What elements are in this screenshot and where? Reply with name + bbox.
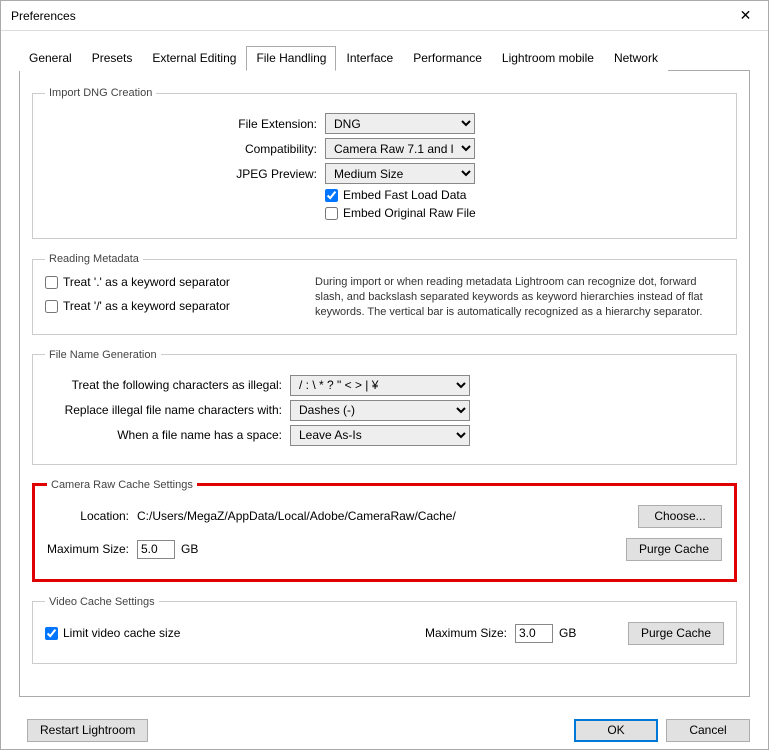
label-embed-fast-load: Embed Fast Load Data: [343, 188, 466, 202]
label-compatibility: Compatibility:: [45, 142, 325, 156]
tab-interface[interactable]: Interface: [336, 46, 403, 71]
tab-network[interactable]: Network: [604, 46, 668, 71]
checkbox-limit-video-cache-input[interactable]: [45, 627, 58, 640]
checkbox-embed-original-raw-input[interactable]: [325, 207, 338, 220]
input-cache-max-size[interactable]: [137, 540, 175, 559]
tab-bar: General Presets External Editing File Ha…: [19, 45, 750, 71]
metadata-info-text: During import or when reading metadata L…: [315, 275, 724, 320]
label-illegal-chars: Treat the following characters as illega…: [45, 378, 290, 392]
content-area: General Presets External Editing File Ha…: [1, 31, 768, 709]
cancel-button[interactable]: Cancel: [666, 719, 750, 742]
tab-file-handling[interactable]: File Handling: [246, 46, 336, 71]
label-dot-separator: Treat '.' as a keyword separator: [63, 275, 230, 289]
title-bar: Preferences ✕: [1, 1, 768, 31]
select-jpeg-preview[interactable]: Medium Size: [325, 163, 475, 184]
tab-presets[interactable]: Presets: [82, 46, 143, 71]
ok-button[interactable]: OK: [574, 719, 658, 742]
label-replace-with: Replace illegal file name characters wit…: [45, 403, 290, 417]
select-replace-with[interactable]: Dashes (-): [290, 400, 470, 421]
checkbox-embed-fast-load-input[interactable]: [325, 189, 338, 202]
checkbox-limit-video-cache[interactable]: Limit video cache size: [45, 626, 425, 640]
checkbox-dot-separator-input[interactable]: [45, 276, 58, 289]
legend-import-dng: Import DNG Creation: [45, 87, 156, 99]
select-file-extension[interactable]: DNG: [325, 113, 475, 134]
group-video-cache: Video Cache Settings Limit video cache s…: [32, 596, 737, 664]
close-icon[interactable]: ✕: [723, 1, 768, 30]
label-jpeg-preview: JPEG Preview:: [45, 167, 325, 181]
label-gb: GB: [181, 542, 198, 556]
select-filename-space[interactable]: Leave As-Is: [290, 425, 470, 446]
file-handling-panel: Import DNG Creation File Extension: DNG …: [19, 71, 750, 697]
tab-general[interactable]: General: [19, 46, 82, 71]
value-cache-location: C:/Users/MegaZ/AppData/Local/Adobe/Camer…: [137, 509, 638, 523]
label-file-extension: File Extension:: [45, 117, 325, 131]
group-camera-raw-cache: Camera Raw Cache Settings Location: C:/U…: [32, 479, 737, 582]
checkbox-embed-fast-load[interactable]: Embed Fast Load Data: [325, 188, 466, 202]
checkbox-slash-separator[interactable]: Treat '/' as a keyword separator: [45, 299, 285, 313]
label-cache-max-size: Maximum Size:: [47, 542, 137, 556]
label-embed-original-raw: Embed Original Raw File: [343, 206, 476, 220]
choose-button[interactable]: Choose...: [638, 505, 722, 528]
checkbox-dot-separator[interactable]: Treat '.' as a keyword separator: [45, 275, 285, 289]
group-reading-metadata: Reading Metadata Treat '.' as a keyword …: [32, 253, 737, 335]
label-video-gb: GB: [559, 626, 576, 640]
tab-performance[interactable]: Performance: [403, 46, 492, 71]
restart-lightroom-button[interactable]: Restart Lightroom: [27, 719, 148, 742]
tab-lightroom-mobile[interactable]: Lightroom mobile: [492, 46, 604, 71]
group-file-name-generation: File Name Generation Treat the following…: [32, 349, 737, 465]
checkbox-embed-original-raw[interactable]: Embed Original Raw File: [325, 206, 476, 220]
legend-video-cache: Video Cache Settings: [45, 596, 159, 608]
checkbox-slash-separator-input[interactable]: [45, 300, 58, 313]
window-title: Preferences: [11, 9, 723, 23]
footer: Restart Lightroom OK Cancel: [1, 709, 768, 756]
label-filename-space: When a file name has a space:: [45, 428, 290, 442]
select-compatibility[interactable]: Camera Raw 7.1 and later: [325, 138, 475, 159]
group-import-dng: Import DNG Creation File Extension: DNG …: [32, 87, 737, 239]
legend-camera-raw-cache: Camera Raw Cache Settings: [47, 479, 197, 491]
input-video-max-size[interactable]: [515, 624, 553, 643]
label-limit-video-cache: Limit video cache size: [63, 626, 180, 640]
label-cache-location: Location:: [47, 509, 137, 523]
select-illegal-chars[interactable]: / : \ * ? " < > | ¥: [290, 375, 470, 396]
legend-reading-metadata: Reading Metadata: [45, 253, 143, 265]
label-video-max-size: Maximum Size:: [425, 626, 515, 640]
purge-cache-button[interactable]: Purge Cache: [626, 538, 722, 561]
tab-external-editing[interactable]: External Editing: [142, 46, 246, 71]
legend-file-name-generation: File Name Generation: [45, 349, 161, 361]
purge-video-cache-button[interactable]: Purge Cache: [628, 622, 724, 645]
label-slash-separator: Treat '/' as a keyword separator: [63, 299, 230, 313]
